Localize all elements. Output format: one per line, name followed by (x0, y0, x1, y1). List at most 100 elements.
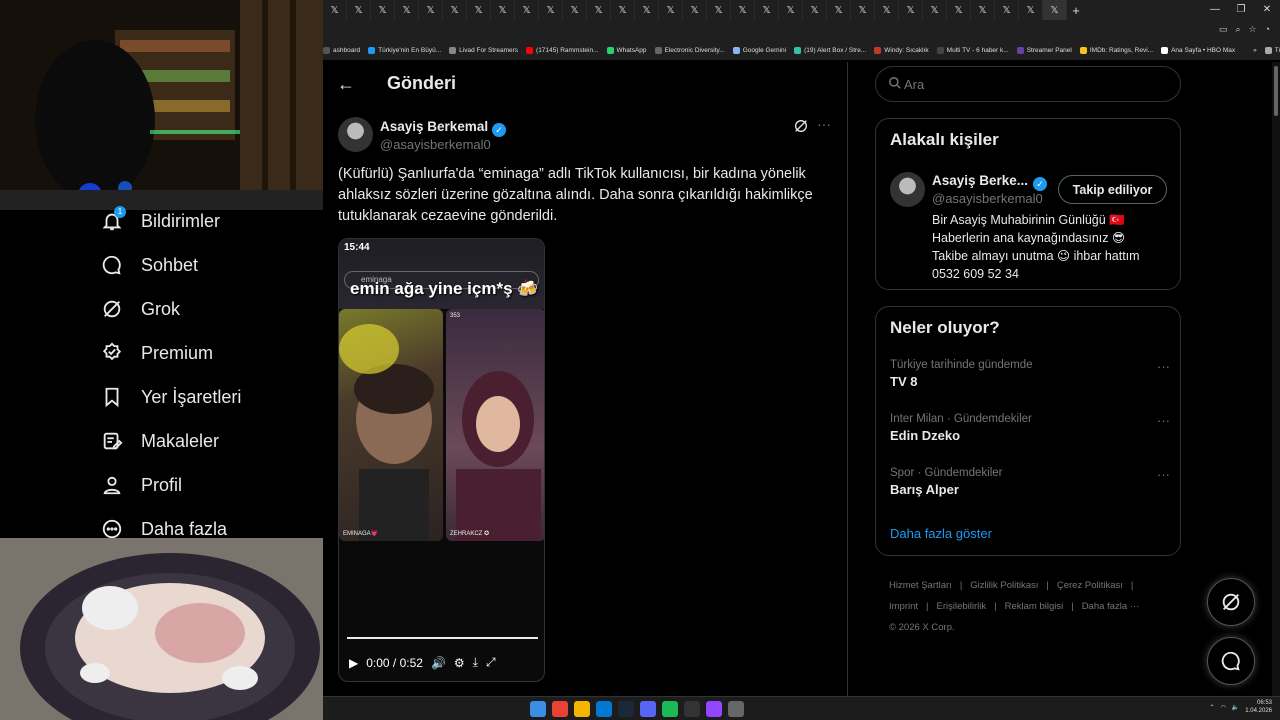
maximize-button[interactable]: ❐ (1228, 0, 1254, 20)
show-more-link[interactable]: Daha fazla göster (890, 526, 992, 541)
close-window-button[interactable]: ✕ (1254, 0, 1280, 20)
bookmark-item[interactable]: Streamer Panel (1016, 46, 1072, 54)
back-arrow-icon[interactable]: ← (337, 74, 355, 95)
bookmark-item[interactable]: Livad For Streamers (449, 46, 518, 54)
browser-tab[interactable]: 𝕏 (443, 0, 467, 20)
browser-tab[interactable]: 𝕏 (827, 0, 851, 20)
bookmark-item[interactable]: IMDb: Ratings, Revi... (1079, 46, 1153, 54)
trend-item[interactable]: Inter Milan · Gündemdekiler Edin Dzeko ··· (890, 413, 1170, 443)
sidebar-item-sohbet[interactable]: Sohbet (100, 252, 198, 278)
browser-tab[interactable]: 𝕏 (515, 0, 539, 20)
zoom-icon[interactable]: ⌕ (1235, 24, 1240, 35)
messages-fab-button[interactable] (1207, 637, 1255, 685)
more-options-icon[interactable]: ··· (1157, 467, 1170, 482)
trend-item[interactable]: Türkiye tarihinde gündemde TV 8 ··· (890, 359, 1170, 389)
taskbar-app-icon[interactable] (640, 701, 656, 717)
cast-icon[interactable]: ▭ (1219, 24, 1228, 35)
sidebar-item-profil[interactable]: Profil (100, 472, 182, 498)
browser-tab[interactable]: 𝕏 (1043, 0, 1067, 20)
bookmark-item[interactable]: ashboard (323, 46, 360, 54)
play-icon[interactable]: ▶ (349, 656, 358, 670)
search-input[interactable] (904, 67, 1164, 101)
taskbar-app-icon[interactable] (728, 701, 744, 717)
star-icon[interactable]: ☆ (1248, 24, 1256, 35)
browser-tab[interactable]: 𝕏 (611, 0, 635, 20)
bookmark-item[interactable]: Electronic Diversity... (654, 46, 725, 54)
more-options-icon[interactable]: ··· (1157, 359, 1170, 374)
sidebar-item-grok[interactable]: Grok (100, 296, 180, 322)
browser-tab[interactable]: 𝕏 (491, 0, 515, 20)
sidebar-item-yer-i-şaretleri[interactable]: Yer İşaretleri (100, 384, 241, 410)
browser-tab[interactable]: 𝕏 (419, 0, 443, 20)
bookmark-item[interactable]: Türkiye'nin En Büyü... (368, 46, 441, 54)
browser-tab[interactable]: 𝕏 (755, 0, 779, 20)
browser-tab[interactable]: 𝕏 (947, 0, 971, 20)
taskbar-app-icon[interactable] (706, 701, 722, 717)
video-progress-bar[interactable] (347, 637, 538, 639)
bookmark-item[interactable]: WhatsApp (606, 46, 647, 54)
browser-tab[interactable]: 𝕏 (683, 0, 707, 20)
more-options-icon[interactable]: ··· (1157, 413, 1170, 428)
volume-icon[interactable]: 🔊 (431, 656, 446, 670)
bookmark-item[interactable]: Multi TV - 6 haber k... (936, 46, 1009, 54)
sidebar-item-makaleler[interactable]: Makaleler (100, 428, 219, 454)
browser-tab[interactable]: 𝕏 (587, 0, 611, 20)
pip-icon[interactable]: ⤓ (473, 655, 478, 670)
author-name[interactable]: Asayiş Berkemal (380, 119, 488, 134)
new-tab-button[interactable]: + (1067, 3, 1085, 18)
grok-icon[interactable] (793, 118, 809, 139)
bookmark-item[interactable]: (19) Alert Box / Stre... (794, 46, 866, 54)
taskbar-app-icon[interactable] (530, 701, 546, 717)
taskbar-app-icon[interactable] (618, 701, 634, 717)
browser-tab[interactable]: 𝕏 (971, 0, 995, 20)
trend-item[interactable]: Spor · Gündemdekiler Barış Alper ··· (890, 467, 1170, 497)
browser-tab[interactable]: 𝕏 (347, 0, 371, 20)
browser-tab[interactable]: 𝕏 (851, 0, 875, 20)
fullscreen-icon[interactable]: ⤢ (486, 655, 496, 670)
browser-tab[interactable]: 𝕏 (563, 0, 587, 20)
bookmark-item[interactable]: (17145) Rammstein... (526, 46, 599, 54)
browser-tab[interactable]: 𝕏 (731, 0, 755, 20)
more-options-icon[interactable]: ··· (817, 116, 831, 132)
browser-tab[interactable]: 𝕏 (875, 0, 899, 20)
browser-tab[interactable]: 𝕏 (371, 0, 395, 20)
bookmark-item[interactable]: » (1243, 47, 1257, 54)
bookmark-item[interactable]: Tüm Yer İşaretleri (1264, 46, 1280, 54)
footer-link[interactable]: Reklam bilgisi (1005, 601, 1064, 612)
settings-gear-icon[interactable]: ⚙ (454, 656, 465, 670)
footer-link[interactable]: Gizlilik Politikası (970, 580, 1038, 591)
bookmark-item[interactable]: Ana Sayfa • HBO Max (1161, 46, 1235, 54)
taskbar-app-icon[interactable] (552, 701, 568, 717)
grok-fab-button[interactable] (1207, 578, 1255, 626)
following-button[interactable]: Takip ediliyor (1058, 175, 1167, 204)
extensions-icon[interactable]: ◔ (1265, 24, 1270, 35)
video-player[interactable]: 15:44 eminaga EMINAGA💗 353 ZEHRAKCZ ✪ em… (338, 238, 545, 682)
taskbar-app-icon[interactable] (596, 701, 612, 717)
author-handle[interactable]: @asayisberkemal0 (380, 137, 491, 152)
footer-link[interactable]: Erişilebilirlik (937, 601, 987, 612)
footer-link[interactable]: Daha fazla ··· (1082, 601, 1140, 612)
browser-tab[interactable]: 𝕏 (899, 0, 923, 20)
browser-tab[interactable]: 𝕏 (323, 0, 347, 20)
taskbar-app-icon[interactable] (684, 701, 700, 717)
browser-tab[interactable]: 𝕏 (395, 0, 419, 20)
browser-tab[interactable]: 𝕏 (467, 0, 491, 20)
chevron-up-icon[interactable]: ⌃ (1210, 704, 1215, 711)
taskbar-app-icon[interactable] (662, 701, 678, 717)
author-avatar[interactable] (338, 117, 373, 152)
footer-link[interactable]: Imprint (889, 601, 918, 612)
bookmark-item[interactable]: Windy: Sıcaklık (874, 46, 929, 54)
browser-tab[interactable]: 𝕏 (923, 0, 947, 20)
browser-tab[interactable]: 𝕏 (635, 0, 659, 20)
bookmark-item[interactable]: Google Gemini (732, 46, 786, 54)
taskbar-app-icon[interactable] (574, 701, 590, 717)
browser-tab[interactable]: 𝕏 (539, 0, 563, 20)
related-avatar[interactable] (890, 172, 925, 207)
related-handle[interactable]: @asayisberkemal0 (932, 191, 1043, 206)
minimize-button[interactable]: — (1202, 0, 1228, 20)
scrollbar-thumb[interactable] (1274, 66, 1278, 116)
volume-icon[interactable]: 🔈 (1232, 704, 1239, 711)
browser-tab[interactable]: 𝕏 (995, 0, 1019, 20)
browser-tab[interactable]: 𝕏 (1019, 0, 1043, 20)
browser-tab[interactable]: 𝕏 (659, 0, 683, 20)
